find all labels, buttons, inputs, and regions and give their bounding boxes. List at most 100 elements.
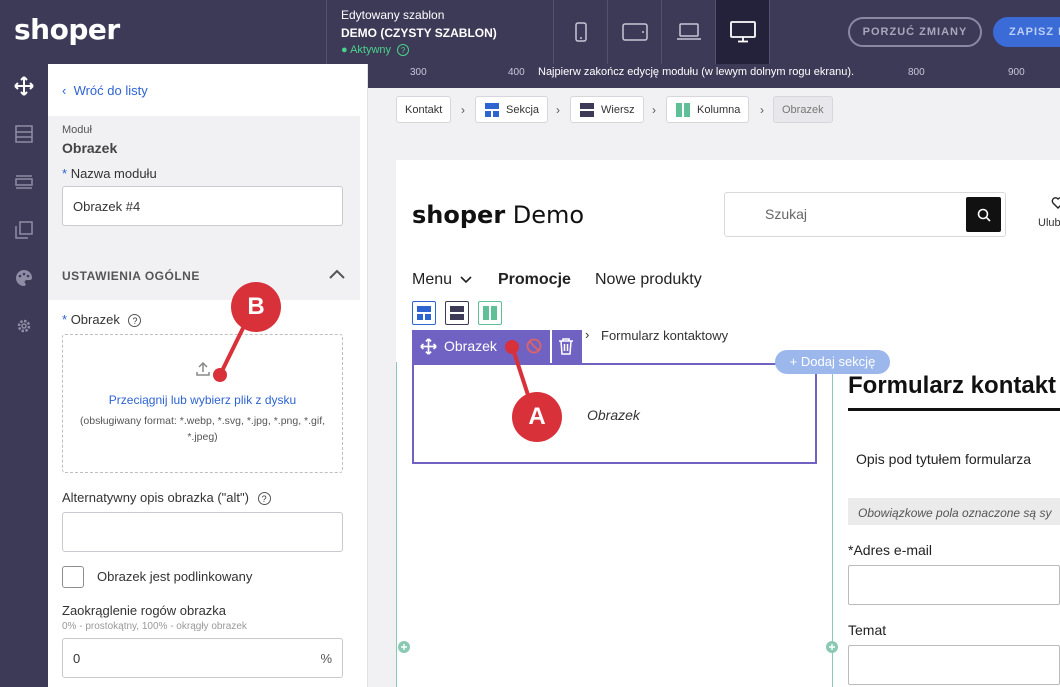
back-label: Wróć do listy (73, 83, 148, 98)
chevron-down-icon (460, 276, 473, 284)
module-toolbar-label: Obrazek (444, 338, 497, 354)
chevron-right-icon: › (760, 103, 764, 117)
device-laptop-button[interactable] (662, 0, 716, 64)
section-icon (485, 102, 499, 117)
annotation-marker-a: A (512, 392, 562, 442)
page-crumb-contact-form[interactable]: Formularz kontaktowy (601, 328, 728, 343)
subject-label: Temat (848, 622, 887, 638)
breadcrumb-kolumna[interactable]: Kolumna (666, 96, 750, 123)
column-guide-left (396, 362, 397, 687)
form-title: Formularz kontakt (848, 372, 1057, 399)
alt-label-text: Alternatywny opis obrazka ("alt") (62, 490, 249, 505)
image-dropzone[interactable]: Przeciągnij lub wybierz plik z dysku (ob… (62, 334, 343, 473)
annotation-dot-a (505, 340, 519, 354)
settings-icon[interactable] (12, 314, 36, 338)
store-search[interactable]: Szukaj (724, 192, 1006, 237)
chevron-right-icon: › (461, 103, 465, 117)
laptop-icon (676, 23, 701, 40)
device-desktop-button[interactable] (716, 0, 770, 64)
template-label: Edytowany szablon (341, 8, 445, 22)
select-row-button[interactable] (445, 301, 469, 325)
breadcrumb-obrazek[interactable]: Obrazek (773, 96, 833, 123)
radius-input[interactable]: 0 % (62, 638, 343, 678)
radius-hint: 0% - prostokątny, 100% - okrągły obrazek (62, 621, 247, 632)
rows-icon[interactable] (12, 170, 36, 194)
trash-icon[interactable] (558, 337, 574, 355)
breadcrumb-label: Sekcja (506, 103, 540, 116)
image-placeholder: Obrazek (587, 407, 640, 423)
chevron-right-icon: › (652, 103, 656, 117)
help-icon[interactable]: ? (397, 44, 410, 56)
dropzone-text[interactable]: Przeciągnij lub wybierz plik z dysku (63, 393, 342, 407)
nav-menu[interactable]: Menu (412, 271, 473, 289)
settings-panel: ‹ Wróć do listy Moduł Obrazek * Nazwa mo… (48, 64, 415, 687)
move-icon[interactable] (12, 74, 36, 98)
chevron-up-icon (329, 269, 345, 279)
top-bar: shoper Edytowany szablon DEMO (CZYSTY SZ… (0, 0, 1060, 64)
row-icon (580, 102, 594, 117)
module-name-label: * Nazwa modułu (62, 166, 157, 181)
select-column-button[interactable] (478, 301, 502, 325)
image-label: * Obrazek ? (62, 312, 142, 327)
module-name-label-text: Nazwa modułu (70, 166, 157, 181)
chevron-right-icon: › (556, 103, 560, 117)
preview-page: shoper Demo Szukaj Ulub Menu Promocje No… (396, 160, 1060, 687)
layout-icon[interactable] (12, 122, 36, 146)
device-mobile-button[interactable] (554, 0, 608, 64)
heart-icon[interactable] (1051, 196, 1060, 210)
subject-input[interactable] (848, 645, 1060, 685)
dropzone-formats: (obsługiwany format: *.webp, *.svg, *.jp… (79, 415, 326, 443)
breadcrumb-kontakt[interactable]: Kontakt (396, 96, 452, 123)
left-rail (0, 64, 48, 687)
email-label: *Adres e-mail (848, 542, 933, 558)
favorites-label[interactable]: Ulub (1038, 217, 1060, 229)
section-icon (417, 306, 431, 320)
image-module[interactable]: Obrazek (412, 363, 817, 464)
discard-changes-button[interactable]: PORZUĆ ZMIANY (848, 17, 982, 47)
module-name-input[interactable]: Obrazek #4 (62, 186, 343, 226)
ruler-bar: 300 400 Najpierw zakończ edycję modułu (… (368, 64, 1060, 88)
nav-promocje[interactable]: Promocje (498, 271, 571, 289)
desktop-icon (729, 21, 756, 43)
alt-input[interactable] (62, 512, 343, 552)
template-name: DEMO (CZYSTY SZABLON) (341, 26, 497, 40)
pages-icon[interactable] (12, 218, 36, 242)
add-column-icon[interactable] (398, 641, 410, 653)
ruler-tick: 800 (908, 67, 925, 78)
store-logo[interactable]: shoper Demo (412, 201, 584, 229)
radius-unit: % (320, 650, 332, 666)
nav-nowe-produkty[interactable]: Nowe produkty (595, 271, 702, 289)
email-input[interactable] (848, 565, 1060, 605)
breadcrumb-wiersz[interactable]: Wiersz (570, 96, 644, 123)
back-to-list-link[interactable]: ‹ Wróć do listy (62, 83, 148, 98)
module-label: Moduł (62, 124, 92, 136)
status-text: Aktywny (350, 44, 392, 56)
tablet-icon (621, 23, 648, 41)
phone-icon (574, 22, 587, 42)
module-toolbar: Obrazek (412, 330, 582, 363)
form-description: Opis pod tytułem formularza (856, 451, 1032, 467)
help-icon[interactable]: ? (257, 492, 271, 505)
general-settings-header[interactable]: USTAWIENIA OGÓLNE (48, 250, 360, 300)
toolbar-divider (550, 330, 552, 363)
linked-checkbox[interactable] (62, 566, 84, 588)
move-icon[interactable] (420, 338, 437, 355)
help-icon[interactable]: ? (128, 314, 142, 327)
add-section-button[interactable]: + Dodaj sekcję (775, 350, 890, 374)
palette-icon[interactable] (12, 266, 36, 290)
device-tablet-button[interactable] (608, 0, 662, 64)
disable-icon[interactable] (526, 338, 542, 354)
save-button[interactable]: ZAPISZ I (993, 17, 1060, 47)
nav-menu-label: Menu (412, 271, 453, 288)
search-button[interactable] (966, 197, 1001, 232)
annotation-marker-b: B (231, 282, 281, 332)
breadcrumb-sekcja[interactable]: Sekcja (475, 96, 549, 123)
search-icon (977, 208, 991, 222)
select-section-button[interactable] (412, 301, 436, 325)
linked-label: Obrazek jest podlinkowany (97, 569, 253, 584)
breadcrumb-label: Wiersz (601, 103, 635, 116)
required-note: Obowiązkowe pola oznaczone są sy (848, 498, 1060, 525)
add-column-icon[interactable] (826, 641, 838, 653)
column-guide-mid (832, 362, 833, 687)
annotation-dot-b (213, 368, 227, 382)
